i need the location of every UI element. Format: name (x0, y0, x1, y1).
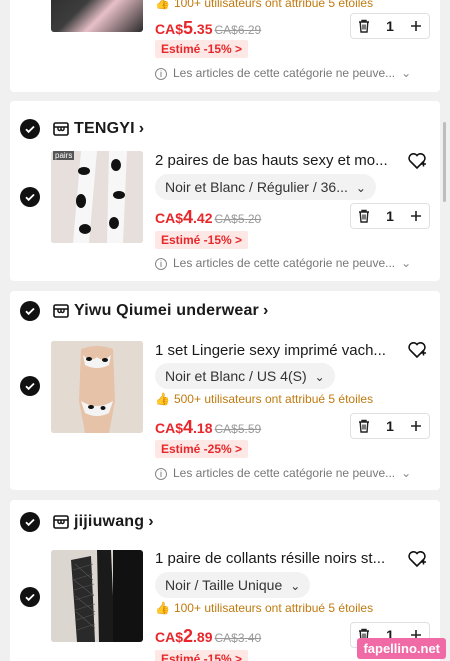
product-image[interactable] (51, 341, 143, 433)
variant-selector[interactable]: Noir / Taille Unique ⌄ (155, 572, 311, 598)
cart-item-card-top: 👍 100+ utilisateurs ont attribué 5 étoile… (10, 0, 440, 92)
item-check-icon[interactable] (20, 376, 40, 396)
quantity-stepper[interactable]: 1 (350, 413, 430, 439)
thumbs-up-icon: 👍 (155, 601, 170, 615)
thumbs-up-icon: 👍 (155, 392, 170, 406)
trash-icon[interactable] (351, 203, 377, 229)
trash-icon[interactable] (351, 413, 377, 439)
variant-selector[interactable]: Noir et Blanc / Régulier / 36... ⌄ (155, 174, 376, 200)
estime-badge[interactable]: Estimé -15% > (155, 40, 249, 58)
quantity-value[interactable]: 1 (377, 18, 403, 34)
store-header[interactable]: TENGYI › (20, 117, 144, 141)
category-notice[interactable]: i Les articles de cette catégorie ne peuv… (155, 66, 411, 80)
thumbs-up-icon: 👍 (155, 0, 170, 10)
estime-badge[interactable]: Estimé -25% > (155, 440, 249, 458)
product-title[interactable]: 2 paires de bas hauts sexy et mo... (155, 152, 403, 169)
info-icon: i (155, 468, 167, 480)
store-name[interactable]: TENGYI (74, 120, 135, 138)
heart-plus-icon[interactable] (406, 548, 428, 570)
heart-plus-icon[interactable] (406, 339, 428, 361)
quantity-value[interactable]: 1 (377, 418, 403, 434)
quantity-stepper[interactable]: 1 (350, 13, 430, 39)
store-icon (53, 122, 69, 136)
product-title[interactable]: 1 paire de collants résille noirs st... (155, 550, 403, 567)
check-icon[interactable] (20, 301, 40, 321)
item-check-icon[interactable] (20, 187, 40, 207)
chevron-down-icon: ⌄ (401, 66, 412, 80)
store-name[interactable]: jijiuwang (74, 513, 144, 531)
store-header[interactable]: jijiuwang › (20, 510, 154, 534)
plus-icon[interactable] (403, 13, 429, 39)
rating-text: 👍 500+ utilisateurs ont attribué 5 étoile… (155, 392, 374, 406)
store-icon (53, 304, 69, 318)
store-card-jijiuwang: jijiuwang › 1 paire de collants résille … (10, 500, 440, 661)
check-icon[interactable] (20, 512, 40, 532)
info-icon: i (155, 68, 167, 80)
store-card-tengyi: TENGYI › pairs 2 paires de bas hauts sex… (10, 101, 440, 281)
price: CA$2.89 CA$3.40 (155, 626, 262, 646)
product-image[interactable] (51, 0, 143, 32)
chevron-down-icon: ⌄ (401, 466, 412, 480)
chevron-down-icon: ⌄ (401, 256, 412, 270)
price: CA$4.18 CA$5.59 (155, 417, 262, 437)
scrollbar[interactable] (443, 122, 446, 202)
chevron-down-icon: ⌄ (355, 181, 366, 195)
quantity-stepper[interactable]: 1 (350, 203, 430, 229)
store-card-yiwu-qiumei: Yiwu Qiumei underwear › 1 set Lingerie s… (10, 291, 440, 490)
chevron-down-icon: ⌄ (290, 579, 301, 593)
chevron-right-icon: › (262, 302, 269, 319)
estime-badge[interactable]: Estimé -15% > (155, 650, 249, 661)
store-name[interactable]: Yiwu Qiumei underwear (74, 302, 259, 320)
store-icon (53, 515, 69, 529)
product-image[interactable] (51, 550, 143, 642)
item-check-icon[interactable] (20, 587, 40, 607)
product-image[interactable]: pairs (51, 151, 143, 243)
price: CA$5.35 CA$6.29 (155, 18, 262, 38)
rating-text: 👍 100+ utilisateurs ont attribué 5 étoile… (155, 0, 373, 10)
plus-icon[interactable] (403, 203, 429, 229)
check-icon[interactable] (20, 119, 40, 139)
rating-text: 👍 100+ utilisateurs ont attribué 5 étoile… (155, 601, 374, 615)
category-notice[interactable]: i Les articles de cette catégorie ne peuv… (155, 256, 411, 270)
watermark: fapellino.net (357, 638, 446, 659)
estime-badge[interactable]: Estimé -15% > (155, 231, 249, 249)
store-header[interactable]: Yiwu Qiumei underwear › (20, 299, 268, 323)
quantity-value[interactable]: 1 (377, 208, 403, 224)
chevron-right-icon: › (148, 513, 154, 530)
category-notice[interactable]: i Les articles de cette catégorie ne peuv… (155, 466, 411, 480)
heart-plus-icon[interactable] (406, 150, 428, 172)
info-icon: i (155, 258, 167, 270)
plus-icon[interactable] (403, 413, 429, 439)
trash-icon[interactable] (351, 13, 377, 39)
chevron-right-icon: › (138, 120, 145, 137)
variant-selector[interactable]: Noir et Blanc / US 4(S) ⌄ (155, 363, 335, 389)
price: CA$4.42 CA$5.20 (155, 207, 262, 227)
chevron-down-icon: ⌄ (314, 370, 325, 384)
thumb-badge: pairs (53, 151, 75, 160)
product-title[interactable]: 1 set Lingerie sexy imprimé vach... (155, 342, 403, 359)
